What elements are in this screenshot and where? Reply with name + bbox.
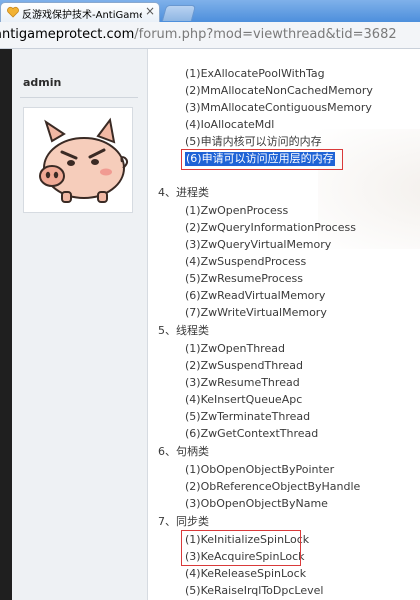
- post-content: (1)ExAllocatePoolWithTag (2)MmAllocateNo…: [148, 49, 420, 600]
- list-item: (6)ZwReadVirtualMemory: [185, 289, 326, 302]
- tab-strip: 反游戏保护技术-AntiGame ×: [0, 0, 420, 23]
- browser-tab[interactable]: 反游戏保护技术-AntiGame ×: [0, 2, 160, 22]
- list-item: (3)ZwResumeThread: [185, 376, 300, 389]
- address-bar[interactable]: antigameprotect.com/forum.php?mod=viewth…: [0, 22, 420, 49]
- list-item: (4)IoAllocateMdl: [185, 118, 275, 131]
- close-tab-icon[interactable]: ×: [145, 4, 155, 18]
- section-heading: 6、句柄类: [158, 445, 209, 458]
- list-item: (5)申请内核可以访问的内存: [185, 135, 322, 148]
- list-item: (3)MmAllocateContiguousMemory: [185, 101, 372, 114]
- list-item: (1)ZwOpenThread: [185, 342, 285, 355]
- url-host: antigameprotect.com: [0, 27, 135, 42]
- angry-pig-avatar-icon: [39, 117, 129, 203]
- heart-favicon-icon: [7, 6, 19, 18]
- list-item: (2)ObReferenceObjectByHandle: [185, 480, 361, 493]
- highlight-box: [181, 149, 343, 170]
- tab-title: 反游戏保护技术-AntiGame: [22, 10, 142, 21]
- section-heading: 4、进程类: [158, 186, 209, 199]
- list-item: (4)KeReleaseSpinLock: [185, 567, 307, 580]
- author-sidebar: admin: [12, 49, 148, 600]
- section-heading: 5、线程类: [158, 324, 209, 337]
- section-heading: 7、同步类: [158, 515, 209, 528]
- list-item: (7)ZwWriteVirtualMemory: [185, 306, 327, 319]
- highlight-box: [181, 530, 301, 566]
- new-tab-button[interactable]: [161, 5, 197, 21]
- list-item: (1)ObOpenObjectByPointer: [185, 463, 335, 476]
- avatar[interactable]: [23, 107, 133, 213]
- list-item: (3)ZwQueryVirtualMemory: [185, 238, 332, 251]
- list-item: (4)ZwSuspendProcess: [185, 255, 307, 268]
- list-item: (6)ZwGetContextThread: [185, 427, 319, 440]
- list-item: (1)ExAllocatePoolWithTag: [185, 67, 325, 80]
- list-item: (2)ZwSuspendThread: [185, 359, 303, 372]
- url-path: /forum.php?mod=viewthread&tid=3682: [134, 27, 397, 42]
- list-item: (1)ZwOpenProcess: [185, 204, 289, 217]
- author-username[interactable]: admin: [23, 76, 61, 89]
- list-item: (2)ZwQueryInformationProcess: [185, 221, 356, 234]
- url-text[interactable]: antigameprotect.com/forum.php?mod=viewth…: [0, 27, 397, 42]
- list-item: (5)KeRaiseIrqlToDpcLevel: [185, 584, 324, 597]
- list-item: (5)ZwResumeProcess: [185, 272, 303, 285]
- page-left-rail: [0, 49, 12, 600]
- list-item: (2)MmAllocateNonCachedMemory: [185, 84, 373, 97]
- list-item: (3)ObOpenObjectByName: [185, 497, 328, 510]
- forum-thread: admin (1)ExAllocatePoolWithTag (2)MmAllo…: [0, 49, 420, 600]
- list-item: (5)ZwTerminateThread: [185, 410, 311, 423]
- list-item: (4)KeInsertQueueApc: [185, 393, 303, 406]
- sidebar-divider: [20, 97, 138, 98]
